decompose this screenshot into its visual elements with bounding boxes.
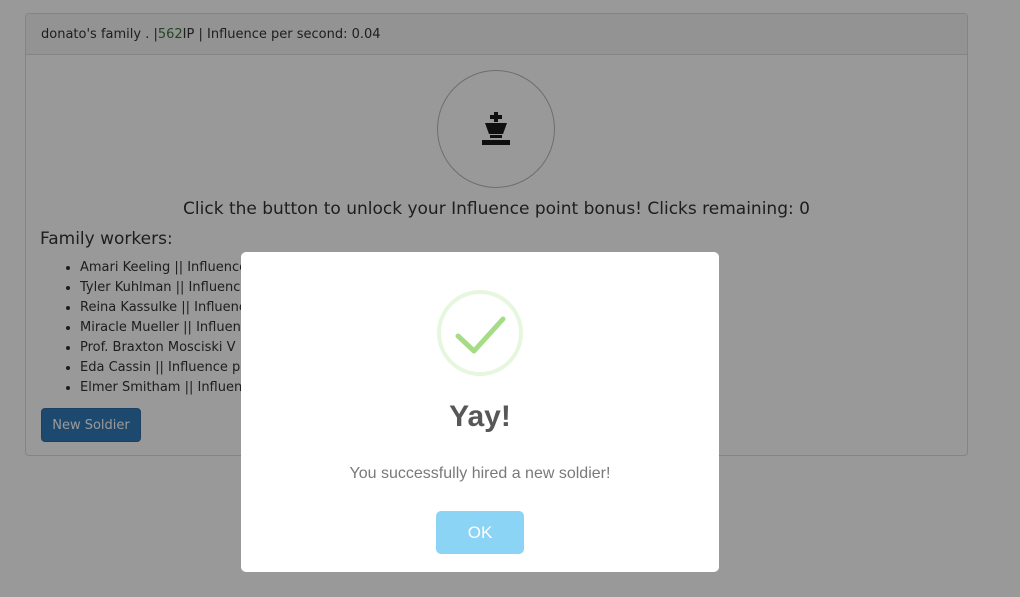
- page: donato's family . | 562 IP | Influence p…: [0, 0, 1020, 597]
- success-check-icon: [437, 290, 523, 376]
- modal-message: You successfully hired a new soldier!: [349, 465, 611, 482]
- modal-title: Yay!: [449, 400, 511, 433]
- success-modal: Yay! You successfully hired a new soldie…: [241, 252, 719, 572]
- ok-button[interactable]: OK: [436, 511, 524, 554]
